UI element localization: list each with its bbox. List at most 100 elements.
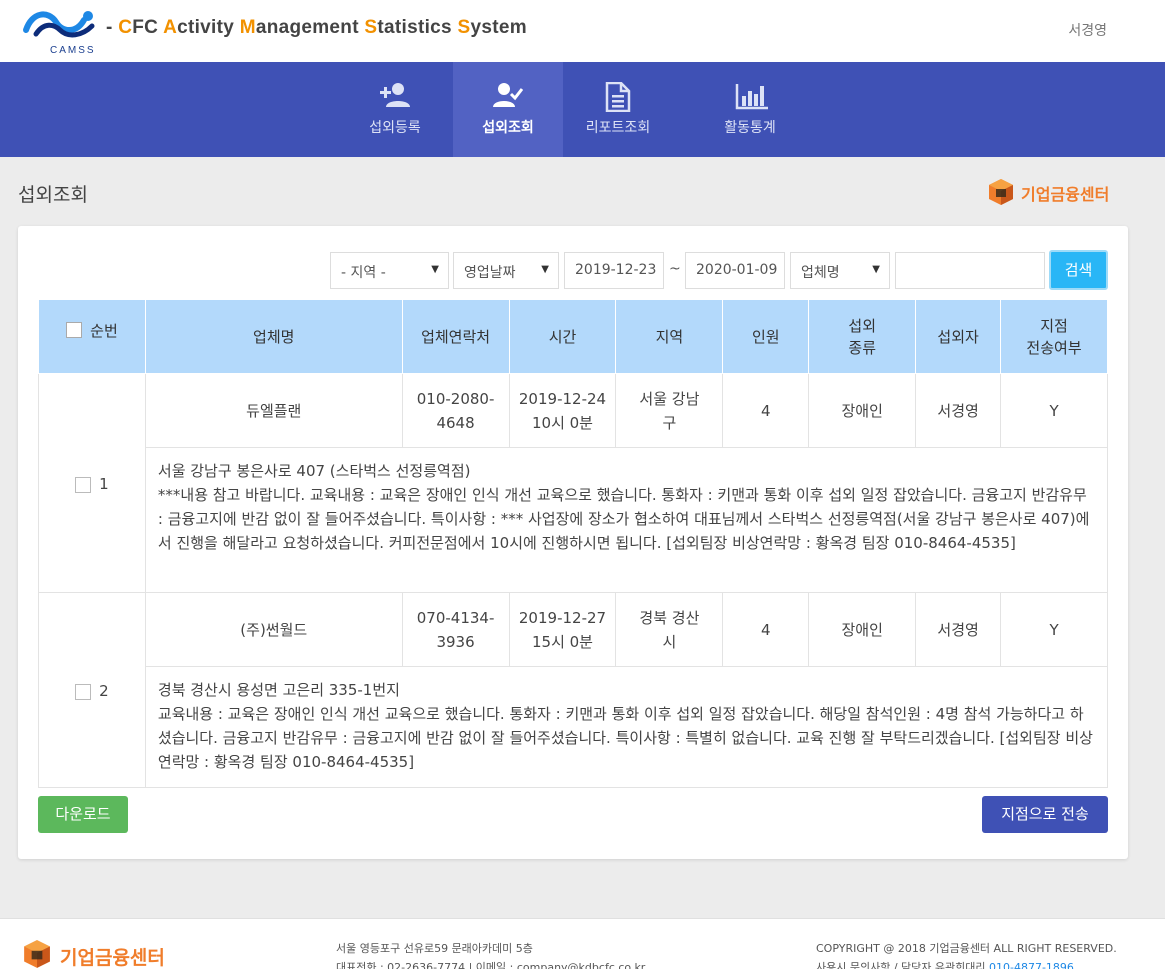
title-part: M xyxy=(239,17,256,38)
select-all-checkbox[interactable] xyxy=(66,321,83,338)
footer-contact-line: 대표전화 : 02-2636-7774 | 이메일 : company@kdbc… xyxy=(336,961,646,969)
bar-chart-icon xyxy=(735,84,768,110)
footer-brand: 기업금융센터 xyxy=(22,939,182,969)
date-from-value: 2019-12-23 xyxy=(575,262,657,278)
table-row-detail: 경북 경산시 용성면 고은리 335-1번지 교육내용 : 교육은 장애인 인식… xyxy=(39,666,1109,788)
nav-item-search[interactable]: 섭외조회 xyxy=(453,62,563,157)
col-header-sent[interactable]: 지점전송여부 xyxy=(1000,299,1108,374)
region-part-2: 구 xyxy=(662,413,677,432)
memo-text: 교육내용 : 교육은 장애인 인식 개선 교육으로 했습니다. 통화자 : 키맨… xyxy=(157,705,1093,771)
table-row[interactable]: 2 (주)썬월드 070-4134- 3936 2019-12-27 15시 0분 … xyxy=(38,592,1108,788)
memo-text: ***내용 참고 바랍니다. 교육내용 : 교육은 장애인 인식 개선 교육으로… xyxy=(157,486,1090,552)
region-part-1: 경북 경산 xyxy=(639,608,700,627)
nav-label: 리포트조회 xyxy=(585,120,651,136)
col-header-region[interactable]: 지역 xyxy=(615,299,724,374)
col-header-time[interactable]: 시간 xyxy=(508,299,617,374)
col-label-type-1: 섭외 xyxy=(848,316,876,335)
inquiry-text: 사용시 문의사항 / 담당자 유관희대리 xyxy=(816,961,986,969)
company-cell: 듀엘플랜 xyxy=(144,373,403,448)
nav-item-report[interactable]: 리포트조회 xyxy=(563,62,673,157)
title-part: A xyxy=(163,17,178,38)
person-add-icon xyxy=(380,83,410,107)
region-select[interactable]: - 지역 - ▼ xyxy=(330,252,449,289)
col-label-no: 순번 xyxy=(90,322,118,340)
table-header-row: 순번 업체명 업체연락처 시간 지역 인원 섭외종류 섭외자 지점전송여부 xyxy=(38,299,1108,374)
col-header-no: 순번 xyxy=(38,299,146,374)
nav-label: 활동통계 xyxy=(724,120,776,136)
send-to-branch-button[interactable]: 지점으로 전송 xyxy=(982,796,1108,833)
wave-logo-icon xyxy=(23,11,95,38)
keyword-input[interactable] xyxy=(895,252,1045,289)
chevron-down-icon: ▼ xyxy=(541,264,549,275)
company-cell: (주)썬월드 xyxy=(144,592,403,667)
type-cell: 장애인 xyxy=(808,592,917,667)
col-label-sent-2: 전송여부 xyxy=(1026,338,1082,357)
field-select[interactable]: 업체명 ▼ xyxy=(790,252,890,289)
nav-label: 섭외조회 xyxy=(482,120,534,136)
camss-logo[interactable]: CAMSS xyxy=(22,8,98,56)
title-part: S xyxy=(364,17,378,38)
row-checkbox[interactable] xyxy=(75,683,92,700)
time-hour: 15시 0분 xyxy=(531,632,593,651)
table-row-detail: 서울 강남구 봉은사로 407 (스타벅스 선정릉역점) ***내용 참고 바랍… xyxy=(39,447,1109,593)
page-title: 섭외조회 xyxy=(18,184,88,206)
cube-logo-icon xyxy=(989,179,1013,205)
copyright-text: COPYRIGHT @ 2018 기업금융센터 ALL RIGHT RESERV… xyxy=(816,942,1117,955)
footer: 기업금융센터 서울 영등포구 선유로59 문래아카데미 5층 대표전화 : 02… xyxy=(0,918,1165,969)
col-label-type-2: 종류 xyxy=(848,338,876,357)
region-value: - 지역 - xyxy=(341,265,386,281)
top-header: CAMSS - CFC Activity Management Statisti… xyxy=(0,0,1165,62)
col-header-contact[interactable]: 업체연락처 xyxy=(401,299,510,374)
sent-cell: Y xyxy=(1000,373,1108,448)
contact-part-1: 010-2080- xyxy=(416,389,495,408)
title-part: tatistics xyxy=(377,17,458,38)
manager-cell: 서경영 xyxy=(915,373,1002,448)
col-header-type[interactable]: 섭외종류 xyxy=(808,299,917,374)
table-row[interactable]: 1 듀엘플랜 010-2080- 4648 2019-12-24 10시 0분 서울… xyxy=(38,373,1108,593)
field-value: 업체명 xyxy=(801,265,840,281)
date-to-input[interactable]: 2020-01-09 xyxy=(685,252,785,289)
contact-part-2: 4648 xyxy=(436,413,475,432)
chevron-down-icon: ▼ xyxy=(872,264,880,275)
col-header-people[interactable]: 인원 xyxy=(722,299,810,374)
title-part: S xyxy=(457,17,471,38)
row-number-cell: 1 xyxy=(38,373,146,593)
col-header-manager[interactable]: 섭외자 xyxy=(915,299,1002,374)
nav-label: 섭외등록 xyxy=(369,120,421,136)
footer-address: 서울 영등포구 선유로59 문래아카데미 5층 대표전화 : 02-2636-7… xyxy=(336,939,645,969)
search-button[interactable]: 검색 xyxy=(1049,250,1108,290)
inquiry-line: 사용시 문의사항 / 담당자 유관희대리 010-4877-1896 xyxy=(816,958,1117,969)
region-part-2: 시 xyxy=(662,632,677,651)
title-part: FC xyxy=(132,17,164,38)
row-checkbox[interactable] xyxy=(75,476,92,493)
cube-logo-icon xyxy=(24,940,50,968)
results-table: 순번 업체명 업체연락처 시간 지역 인원 섭외 종류 섭외자 지점 전송여부 1 … xyxy=(38,299,1109,788)
date-from-input[interactable]: 2019-12-23 xyxy=(564,252,664,289)
main-nav: 섭외등록 섭외조회 리포트조회 활동통계 xyxy=(0,62,1165,157)
region-cell: 서울 강남 구 xyxy=(615,373,724,448)
inquiry-phone-link[interactable]: 010-4877-1896 xyxy=(989,961,1074,969)
nav-item-register[interactable]: 섭외등록 xyxy=(340,62,450,157)
username[interactable]: 서경영 xyxy=(1068,20,1107,40)
memo-cell: 서울 강남구 봉은사로 407 (스타벅스 선정릉역점) ***내용 참고 바랍… xyxy=(144,447,1109,593)
contact-part-2: 3936 xyxy=(436,632,475,651)
manager-cell: 서경영 xyxy=(915,592,1002,667)
col-header-company[interactable]: 업체명 xyxy=(144,299,403,374)
chevron-down-icon: ▼ xyxy=(431,264,439,275)
people-cell: 4 xyxy=(722,373,810,448)
type-cell: 장애인 xyxy=(808,373,917,448)
date-range-separator: ~ xyxy=(669,261,681,277)
sent-cell: Y xyxy=(1000,592,1108,667)
download-button[interactable]: 다운로드 xyxy=(38,796,128,833)
date-to-value: 2020-01-09 xyxy=(696,262,778,278)
date-type-select[interactable]: 영업날짜 ▼ xyxy=(453,252,559,289)
title-part: ctivity xyxy=(177,17,240,38)
brand-name: 기업금융센터 xyxy=(1021,185,1110,204)
nav-item-stats[interactable]: 활동통계 xyxy=(695,62,805,157)
document-icon xyxy=(605,82,631,112)
title-part: - xyxy=(106,17,119,38)
title-part: anagement xyxy=(255,17,365,38)
search-card: - 지역 - ▼ 영업날짜 ▼ 2019-12-23 ~ 2020-01-09 … xyxy=(18,226,1128,859)
col-label-sent-1: 지점 xyxy=(1040,316,1068,335)
row-number-cell: 2 xyxy=(38,592,146,788)
